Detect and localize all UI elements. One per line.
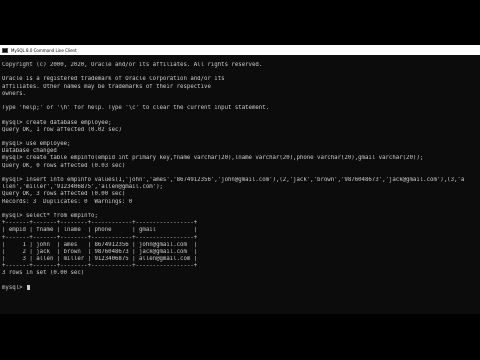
console-line: Records: 3 Duplicates: 0 Warnings: 0 xyxy=(2,198,133,205)
console-line: mysql> insert into empinfo values(1,'joh… xyxy=(2,177,465,183)
console-line: mysql> use employee; xyxy=(2,141,71,148)
mysql-console-icon xyxy=(2,47,8,53)
console-line: Oracle is a registered trademark of Orac… xyxy=(2,76,225,83)
console-line: Query OK, 3 rows affected (0.00 sec) xyxy=(2,191,126,198)
console-line: 3 rows in set (0.00 sec) xyxy=(2,270,85,277)
console-line: | 2 | jack | brown | 9876048673 | jack@g… xyxy=(2,248,198,255)
console-line: Type 'help;' or '\h' for help. Type '\c'… xyxy=(2,105,270,112)
terminal-window[interactable]: MySQL 8.0 Command Line Client Copyright … xyxy=(0,45,480,314)
console-line: +-------+-------+--------+------------+-… xyxy=(2,220,198,227)
console-line: owners. xyxy=(2,90,26,97)
title-bar[interactable]: MySQL 8.0 Command Line Client xyxy=(0,45,480,55)
console-line: mysql> xyxy=(2,284,480,292)
console-line: +-------+-------+--------+------------+-… xyxy=(2,234,198,241)
console-line: Copyright (c) 2000, 2020, Oracle and/or … xyxy=(2,62,263,68)
console-line: Database changed xyxy=(2,148,57,155)
console-line: mysql> create database employee; xyxy=(2,119,112,126)
console-line: mysql> create table empinfo(empid int pr… xyxy=(2,155,424,162)
console-line: affiliates. Other names may be trademark… xyxy=(2,83,211,90)
console-line: Query OK, 1 row affected (0.02 sec) xyxy=(2,126,122,133)
text-cursor xyxy=(26,284,30,290)
console-line: | 3 | allen | miller | 9123406875 | alle… xyxy=(2,256,198,263)
console-line: llen','miller','9123406875','allen@gmail… xyxy=(2,184,163,191)
console-line: Query OK, 0 rows affected (0.03 sec) xyxy=(2,162,126,169)
console-line: mysql> select* from empinfo; xyxy=(2,212,98,219)
console-line: +-------+-------+--------+------------+-… xyxy=(2,263,198,270)
console-output[interactable]: Copyright (c) 2000, 2020, Oracle and/or … xyxy=(0,62,480,314)
console-line: | empid | fname | lname | phone | gmail … xyxy=(2,227,198,234)
window-title: MySQL 8.0 Command Line Client xyxy=(11,47,77,53)
console-line: | 1 | john | ames | 8674912356 | john@gm… xyxy=(2,241,198,248)
